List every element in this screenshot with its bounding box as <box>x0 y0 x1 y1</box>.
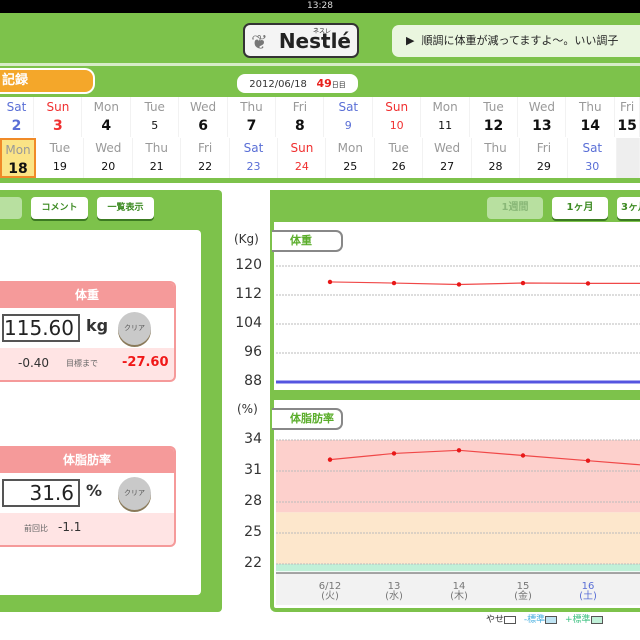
fat-point[interactable] <box>327 457 333 462</box>
x-tick-label: 6/12 (火) <box>310 582 350 602</box>
weight-point[interactable] <box>327 279 333 285</box>
y-tick-label: 112 <box>235 286 262 302</box>
legend-thin: やせ <box>486 615 505 625</box>
fat-point[interactable] <box>520 453 526 458</box>
weight-point[interactable] <box>585 281 591 286</box>
fat-chart-title: 体脂肪率 <box>272 408 343 430</box>
x-weekday: (木) <box>450 591 468 602</box>
y-tick-label: 104 <box>235 315 262 331</box>
legend-thin-swatch <box>504 615 517 624</box>
x-weekday: (火) <box>321 591 339 602</box>
legend: やせ -標準 +標準 <box>486 612 608 625</box>
weight-chart-title: 体重 <box>272 230 343 252</box>
y-tick-label: 96 <box>244 344 262 360</box>
legend-plus-standard: +標準 <box>565 615 591 625</box>
x-weekday: (土) <box>579 591 597 602</box>
x-weekday: (金) <box>514 591 532 602</box>
y-tick-label: 28 <box>244 493 262 509</box>
y-tick-label: 25 <box>244 524 262 540</box>
weight-point[interactable] <box>391 280 397 286</box>
range-band <box>276 564 640 572</box>
y-tick-label: 88 <box>244 373 262 389</box>
y-tick-label: 34 <box>244 431 262 447</box>
x-tick-label: 16 (土) <box>568 582 608 602</box>
fat-axis-unit: (%) <box>237 402 258 416</box>
range-band <box>276 512 640 564</box>
weight-axis-unit: (Kg) <box>234 232 259 246</box>
y-tick-label: 31 <box>244 462 262 478</box>
legend-plus-standard-swatch <box>590 615 603 624</box>
legend-minus-standard: -標準 <box>523 615 546 625</box>
x-tick-label: 15 (金) <box>503 582 543 602</box>
fat-point[interactable] <box>585 458 591 463</box>
fat-point[interactable] <box>391 451 397 456</box>
x-tick-label: 13 (水) <box>374 582 414 602</box>
x-weekday: (水) <box>385 591 403 602</box>
fat-point[interactable] <box>456 448 462 453</box>
y-tick-label: 120 <box>235 257 262 273</box>
weight-line <box>329 281 640 286</box>
weight-point[interactable] <box>520 280 526 286</box>
legend-minus-standard-swatch <box>545 615 558 624</box>
x-tick-label: 14 (木) <box>439 582 479 602</box>
charts-svg <box>276 265 640 605</box>
weight-point[interactable] <box>456 282 462 287</box>
y-tick-label: 22 <box>244 555 262 571</box>
